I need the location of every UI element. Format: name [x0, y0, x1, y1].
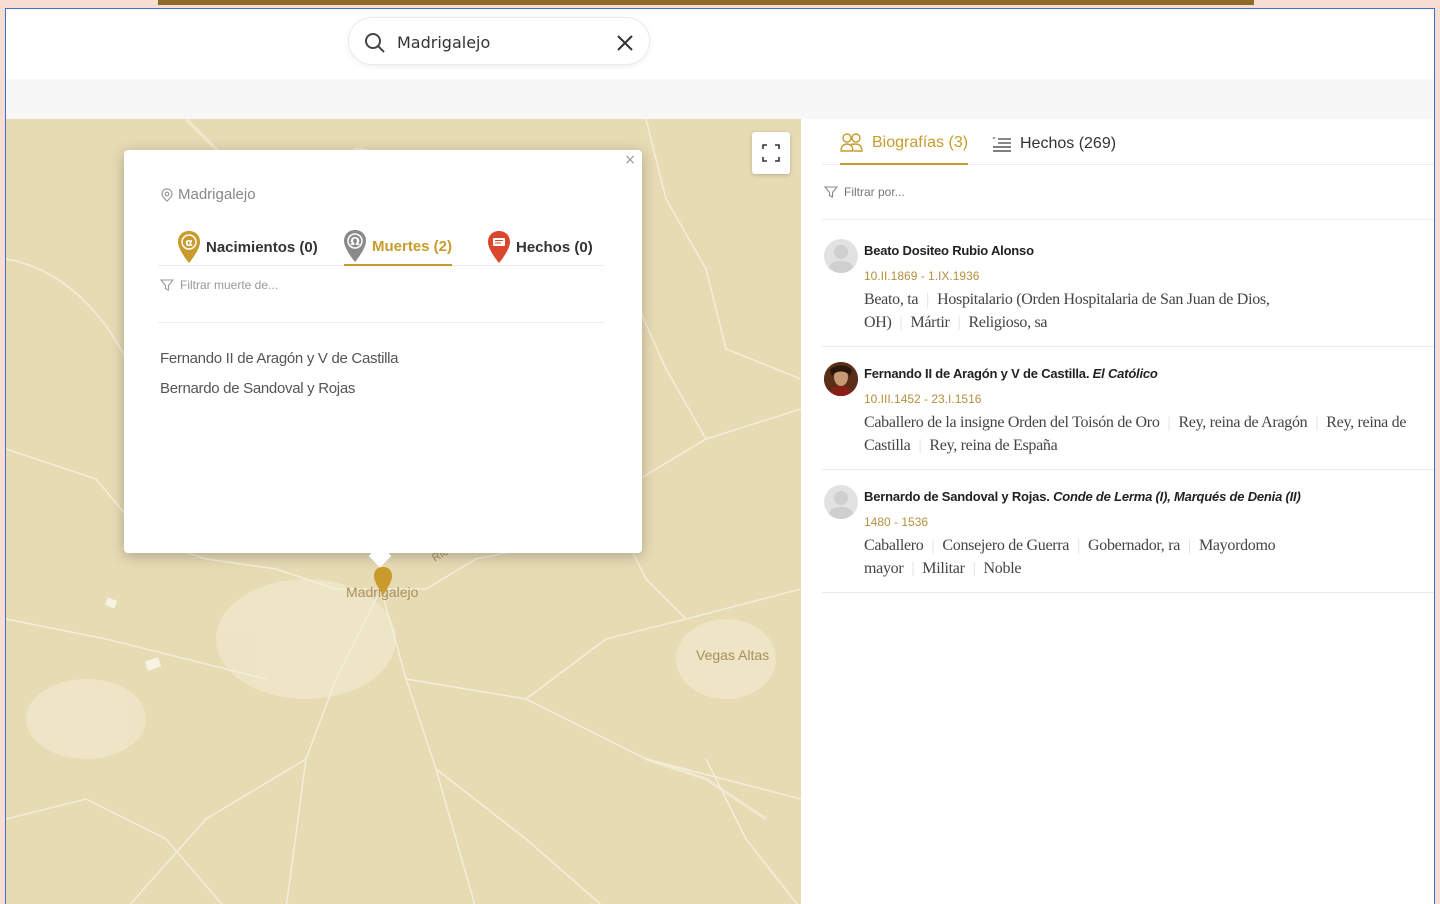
- biography-name-text: Beato Dositeo Rubio Alonso: [864, 243, 1034, 258]
- list-icon: “: [992, 136, 1011, 152]
- role-tag[interactable]: Beato, ta: [864, 291, 918, 308]
- biography-name[interactable]: Beato Dositeo Rubio Alonso: [864, 243, 1034, 258]
- role-separator: |: [957, 314, 961, 331]
- role-separator: |: [1077, 537, 1081, 554]
- tab-muertes[interactable]: Ω Muertes (2): [344, 228, 453, 266]
- tab-hechos-panel-label: Hechos (269): [1020, 135, 1117, 152]
- avatar-placeholder-icon: [828, 245, 854, 273]
- results-filter-placeholder: Filtrar por...: [844, 185, 905, 199]
- header: [6, 9, 1434, 79]
- biography-item[interactable]: Fernando II de Aragón y V de Castilla. E…: [822, 352, 1434, 470]
- role-separator: |: [1315, 414, 1319, 431]
- biography-name-text: Fernando II de Aragón y V de Castilla.: [864, 366, 1090, 381]
- role-separator: |: [926, 291, 930, 308]
- avatar-placeholder-icon: [828, 491, 854, 519]
- biography-name[interactable]: Bernardo de Sandoval y Rojas. Conde de L…: [864, 489, 1301, 504]
- role-separator: |: [1188, 537, 1191, 554]
- svg-text:α: α: [185, 236, 193, 249]
- tab-biografias[interactable]: Biografías (3): [840, 123, 969, 165]
- filter-icon: [824, 186, 838, 198]
- results-tabs: Biografías (3) “ Hechos (269): [822, 119, 1434, 165]
- biography-title: Conde de Lerma (I), Marqués de Denia (II…: [1053, 489, 1301, 504]
- filter-icon: [160, 279, 174, 291]
- results-panel: Biografías (3) “ Hechos (269) Filtrar po…: [822, 119, 1434, 904]
- biography-roles: Caballero de la insigne Orden del Toisón…: [864, 411, 1424, 457]
- avatar: [824, 485, 858, 519]
- fullscreen-button[interactable]: [752, 132, 790, 174]
- portrait-image: [824, 362, 858, 396]
- role-separator: |: [918, 437, 922, 454]
- tab-hechos[interactable]: Hechos (0): [488, 228, 593, 266]
- biography-roles: Caballero | Consejero de Guerra | Gobernador…: [864, 534, 1424, 580]
- role-separator: |: [1167, 414, 1171, 431]
- role-separator: |: [899, 314, 903, 331]
- search-box: [348, 17, 650, 65]
- map-pin-icon[interactable]: [374, 567, 392, 595]
- browser-frame: Madrigalejo Vegas Altas Río × Madrigalej…: [5, 8, 1435, 904]
- people-icon: [840, 133, 863, 152]
- search-icon[interactable]: [363, 31, 387, 55]
- close-icon[interactable]: [615, 33, 635, 53]
- biography-roles: Beato, ta | Hospitalario (Orden Hospitalar…: [864, 288, 1424, 334]
- popup-result-link[interactable]: Fernando II de Aragón y V de Castilla: [160, 350, 399, 367]
- tab-nacimientos-label: Nacimientos (0): [206, 238, 318, 256]
- svg-text:“: “: [992, 136, 996, 145]
- location-icon: [161, 187, 173, 202]
- avatar: [824, 239, 858, 273]
- biography-dates: 1480 - 1536: [864, 515, 929, 529]
- tab-hechos-panel[interactable]: “ Hechos (269): [992, 123, 1116, 165]
- biography-dates: 10.II.1869 - 1.IX.1936: [864, 269, 980, 283]
- map-popup: × Madrigalejo α Nacimientos (0) Ω Muerte…: [124, 150, 642, 568]
- svg-text:Ω: Ω: [350, 235, 360, 248]
- role-tag[interactable]: Religioso, sa: [968, 314, 1047, 331]
- role-tag[interactable]: Rey, reina de España: [929, 437, 1057, 454]
- popup-close-icon[interactable]: ×: [624, 152, 636, 168]
- role-separator: |: [972, 560, 976, 577]
- divider: [822, 219, 1434, 220]
- search-input[interactable]: [397, 28, 597, 56]
- popup-result-link[interactable]: Bernardo de Sandoval y Rojas: [160, 380, 398, 397]
- top-strip: [158, 0, 1254, 5]
- avatar: [824, 362, 858, 396]
- role-tag[interactable]: Rey, reina de Aragón: [1178, 414, 1307, 431]
- role-tag[interactable]: Caballero: [864, 537, 924, 554]
- popup-place: Madrigalejo: [160, 186, 256, 203]
- role-separator: |: [931, 537, 935, 554]
- popup-filter-placeholder: Filtrar muerte de...: [180, 278, 279, 292]
- role-tag[interactable]: Militar: [922, 560, 965, 577]
- role-tag[interactable]: Mártir: [910, 314, 949, 331]
- popup-tabs: α Nacimientos (0) Ω Muertes (2) Hechos (…: [158, 222, 604, 266]
- tab-muertes-label: Muertes (2): [372, 237, 453, 255]
- map[interactable]: Madrigalejo Vegas Altas Río × Madrigalej…: [6, 119, 801, 904]
- biography-title: El Católico: [1092, 366, 1158, 381]
- toolbar-band: [6, 79, 1434, 119]
- role-tag[interactable]: Caballero de la insigne Orden del Toisón…: [864, 414, 1160, 431]
- tab-biografias-label: Biografías (3): [872, 134, 969, 151]
- event-marker-icon: [488, 231, 510, 263]
- popup-filter[interactable]: Filtrar muerte de...: [160, 278, 278, 292]
- death-marker-icon: Ω: [344, 230, 366, 262]
- biography-name[interactable]: Fernando II de Aragón y V de Castilla. E…: [864, 366, 1158, 381]
- divider: [158, 322, 604, 323]
- role-tag[interactable]: Gobernador, ra: [1088, 537, 1180, 554]
- popup-results: Fernando II de Aragón y V de Castilla Be…: [160, 350, 399, 410]
- birth-marker-icon: α: [178, 231, 200, 263]
- biography-name-text: Bernardo de Sandoval y Rojas.: [864, 489, 1050, 504]
- results-filter[interactable]: Filtrar por...: [824, 185, 905, 199]
- biography-item[interactable]: Bernardo de Sandoval y Rojas. Conde de L…: [822, 475, 1434, 593]
- role-tag[interactable]: Noble: [984, 560, 1022, 577]
- popup-place-label: Madrigalejo: [178, 186, 256, 203]
- biography-dates: 10.III.1452 - 23.I.1516: [864, 392, 982, 406]
- map-label-village: Vegas Altas: [696, 647, 770, 663]
- tab-hechos-label: Hechos (0): [516, 238, 593, 256]
- tab-nacimientos[interactable]: α Nacimientos (0): [178, 228, 318, 266]
- biography-item[interactable]: Beato Dositeo Rubio Alonso 10.II.1869 - …: [822, 229, 1434, 347]
- role-tag[interactable]: Consejero de Guerra: [942, 537, 1069, 554]
- fullscreen-icon: [762, 144, 780, 162]
- role-separator: |: [911, 560, 915, 577]
